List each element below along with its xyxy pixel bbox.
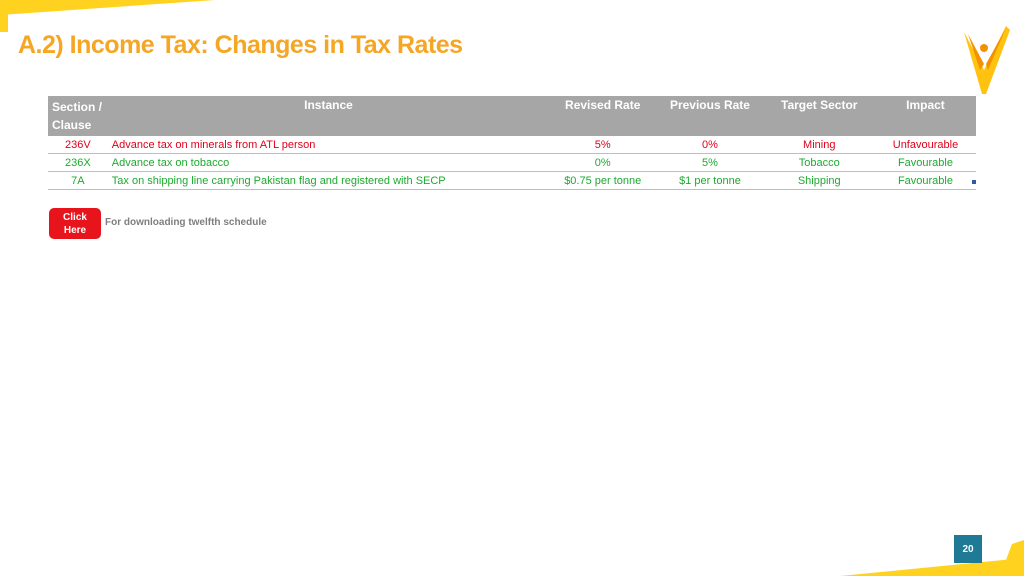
cell-previous-rate: $1 per tonne [656,171,764,190]
click-button-line2: Here [63,224,87,236]
cell-section: 7A [48,171,108,190]
header-section: Section / Clause [48,96,108,136]
download-schedule-note: For downloading twelfth schedule [105,217,267,228]
cell-instance: Tax on shipping line carrying Pakistan f… [107,171,550,190]
click-button-line1: Click [63,211,87,223]
cell-revised-rate: $0.75 per tonne [549,171,657,190]
header-instance: Instance [107,96,550,136]
cell-target-sector: Mining [763,136,875,154]
cell-impact: Favourable [874,171,976,190]
cell-section: 236X [48,153,108,172]
header-revised-rate: Revised Rate [549,96,657,136]
cell-revised-rate: 0% [549,153,657,172]
cell-impact: Unfavourable [874,136,976,154]
cell-revised-rate: 5% [549,136,657,154]
table-row: 7A Tax on shipping line carrying Pakista… [48,171,976,190]
cell-section: 236V [48,136,108,154]
table-row: 236X Advance tax on tobacco 0% 5% Tobacc… [48,153,976,172]
table-corner-handle [972,180,976,184]
table-header-row: Section / Clause Instance Revised Rate P… [48,96,976,136]
cell-impact: Favourable [874,153,976,172]
checkmark-logo-icon [964,26,1010,94]
table-row: 236V Advance tax on minerals from ATL pe… [48,136,976,154]
cell-previous-rate: 0% [656,136,764,154]
decorative-accents [0,0,1024,576]
click-here-button[interactable]: Click Here [49,208,101,239]
page-number-badge: 20 [954,535,982,563]
cell-instance: Advance tax on minerals from ATL person [107,136,550,154]
header-target-sector: Target Sector [763,96,875,136]
cell-instance: Advance tax on tobacco [107,153,550,172]
cell-target-sector: Tobacco [763,153,875,172]
header-impact: Impact [874,96,976,136]
page-title: A.2) Income Tax: Changes in Tax Rates [18,31,463,59]
tax-rates-table: Section / Clause Instance Revised Rate P… [48,96,976,190]
cell-target-sector: Shipping [763,171,875,190]
header-previous-rate: Previous Rate [656,96,764,136]
cell-previous-rate: 5% [656,153,764,172]
